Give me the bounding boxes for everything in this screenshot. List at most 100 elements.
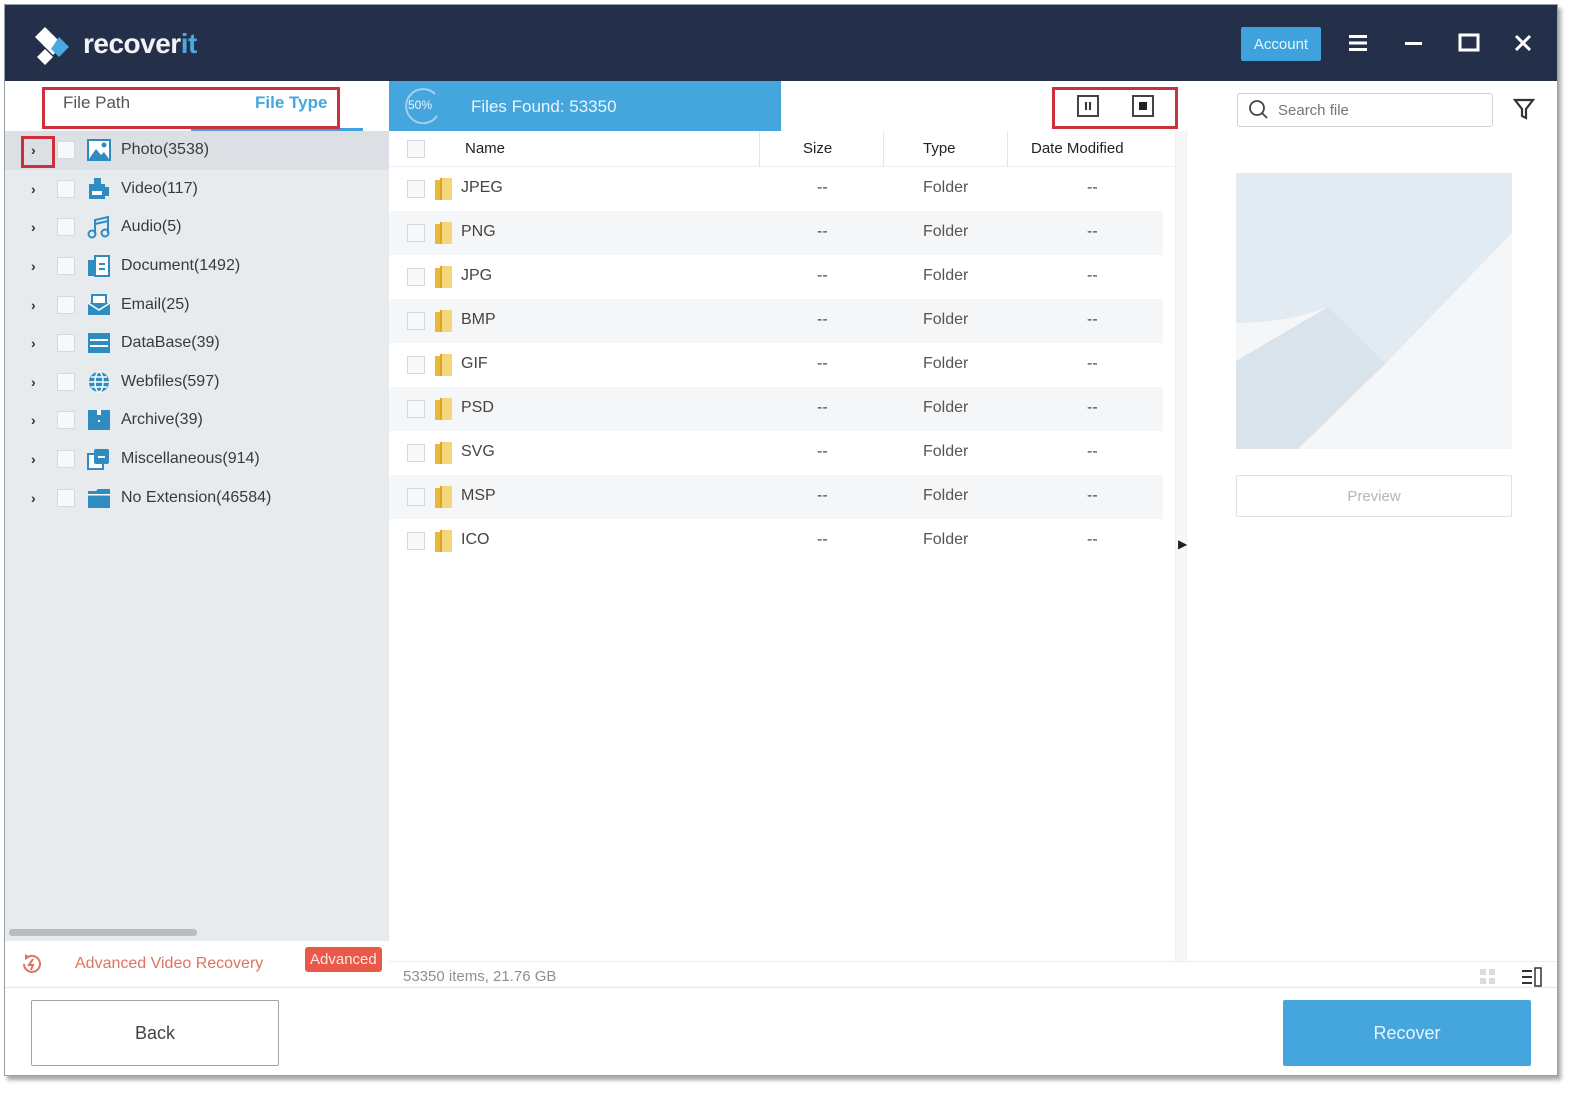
table-row[interactable]: JPEG -- Folder -- (389, 167, 1163, 211)
folder-icon (435, 530, 452, 552)
column-type[interactable]: Type (923, 140, 956, 157)
column-name[interactable]: Name (465, 140, 505, 157)
filter-icon[interactable] (1513, 97, 1535, 121)
document-icon (88, 255, 110, 278)
category-item[interactable]: › No Extension(46584) (5, 478, 389, 517)
category-item[interactable]: › Document(1492) (5, 247, 389, 286)
file-date-modified: -- (1087, 223, 1098, 240)
checkbox[interactable] (57, 488, 75, 507)
chevron-right-icon[interactable]: › (31, 219, 43, 235)
row-checkbox[interactable] (407, 312, 425, 330)
category-item[interactable]: › Miscellaneous(914) (5, 440, 389, 479)
pause-button[interactable] (1077, 95, 1099, 117)
checkbox[interactable] (57, 450, 75, 469)
row-checkbox[interactable] (407, 180, 425, 198)
table-row[interactable]: SVG -- Folder -- (389, 431, 1163, 475)
advanced-video-recovery-label[interactable]: Advanced Video Recovery (75, 955, 263, 973)
row-checkbox[interactable] (407, 488, 425, 506)
table-row[interactable]: ICO -- Folder -- (389, 519, 1163, 563)
column-separator (1007, 131, 1008, 167)
category-label: DataBase(39) (121, 334, 220, 352)
column-separator (759, 131, 760, 167)
folder-icon (88, 488, 110, 508)
photo-icon (87, 139, 111, 162)
preview-button[interactable]: Preview (1236, 475, 1512, 517)
file-type: Folder (923, 443, 969, 460)
minimize-icon[interactable] (1398, 27, 1430, 59)
category-label: Email(25) (121, 295, 190, 313)
row-checkbox[interactable] (407, 224, 425, 242)
row-checkbox[interactable] (407, 532, 425, 550)
chevron-right-icon[interactable]: › (31, 258, 43, 274)
advanced-badge[interactable]: Advanced (305, 947, 382, 972)
folder-icon (435, 178, 452, 200)
table-row[interactable]: MSP -- Folder -- (389, 475, 1163, 519)
category-item[interactable]: › Photo(3538) (5, 131, 389, 170)
folder-icon (435, 398, 452, 420)
category-item[interactable]: › DataBase(39) (5, 324, 389, 363)
chevron-right-icon[interactable]: › (31, 335, 43, 351)
checkbox[interactable] (57, 218, 75, 237)
row-checkbox[interactable] (407, 400, 425, 418)
table-row[interactable]: JPG -- Folder -- (389, 255, 1163, 299)
advanced-video-recovery[interactable]: Advanced Video Recovery Advanced (5, 941, 389, 987)
row-checkbox[interactable] (407, 356, 425, 374)
category-item[interactable]: › Video(117) (5, 170, 389, 209)
maximize-icon[interactable] (1453, 27, 1485, 59)
category-item[interactable]: › Archive(39) (5, 401, 389, 440)
row-checkbox[interactable] (407, 268, 425, 286)
tab-file-path[interactable]: File Path (63, 93, 130, 113)
category-label: Video(117) (121, 179, 198, 197)
miscellaneous-icon (87, 449, 109, 471)
row-checkbox[interactable] (407, 444, 425, 462)
chevron-right-icon[interactable]: › (31, 181, 43, 197)
search-icon (1249, 100, 1268, 119)
checkbox[interactable] (57, 411, 75, 430)
stop-button[interactable] (1132, 95, 1154, 117)
horizontal-scrollbar[interactable] (9, 929, 197, 936)
grid-view-icon[interactable] (1479, 968, 1497, 986)
chevron-right-icon[interactable]: › (31, 451, 43, 467)
chevron-right-icon[interactable]: › (31, 142, 43, 158)
globe-icon (89, 371, 109, 393)
file-size: -- (817, 311, 828, 328)
tab-file-type[interactable]: File Type (255, 93, 327, 113)
menu-icon[interactable] (1343, 27, 1375, 59)
category-item[interactable]: › Webfiles(597) (5, 363, 389, 402)
column-date-modified[interactable]: Date Modified (1031, 140, 1124, 157)
highlight-box-controls (1052, 87, 1178, 129)
checkbox[interactable] (57, 141, 75, 160)
checkbox[interactable] (57, 257, 75, 276)
chevron-right-icon[interactable]: › (31, 297, 43, 313)
recover-button[interactable]: Recover (1283, 1000, 1531, 1066)
email-icon (87, 293, 111, 315)
category-item[interactable]: › Email(25) (5, 285, 389, 324)
back-button[interactable]: Back (31, 1000, 279, 1066)
chevron-right-icon[interactable]: › (31, 412, 43, 428)
chevron-right-icon[interactable]: › (31, 374, 43, 390)
list-view-icon[interactable] (1521, 966, 1543, 988)
account-button[interactable]: Account (1241, 27, 1321, 61)
preview-placeholder-image (1236, 173, 1512, 449)
table-row[interactable]: PNG -- Folder -- (389, 211, 1163, 255)
checkbox[interactable] (57, 372, 75, 391)
table-row[interactable]: GIF -- Folder -- (389, 343, 1163, 387)
category-item[interactable]: › Audio(5) (5, 208, 389, 247)
video-icon (89, 177, 109, 199)
checkbox[interactable] (57, 334, 75, 353)
category-label: Webfiles(597) (121, 372, 220, 390)
checkbox[interactable] (57, 295, 75, 314)
select-all-checkbox[interactable] (407, 140, 425, 158)
chevron-right-icon[interactable]: › (31, 490, 43, 506)
table-row[interactable]: BMP -- Folder -- (389, 299, 1163, 343)
close-icon[interactable] (1507, 27, 1539, 59)
collapse-preview-arrow-icon[interactable]: ▶ (1178, 537, 1187, 551)
search-input[interactable] (1278, 101, 1478, 119)
file-size: -- (817, 443, 828, 460)
category-label: Document(1492) (121, 257, 241, 275)
table-row[interactable]: PSD -- Folder -- (389, 387, 1163, 431)
file-type: Folder (923, 223, 969, 240)
checkbox[interactable] (57, 179, 75, 198)
search-box[interactable] (1237, 93, 1493, 127)
column-size[interactable]: Size (803, 140, 832, 157)
